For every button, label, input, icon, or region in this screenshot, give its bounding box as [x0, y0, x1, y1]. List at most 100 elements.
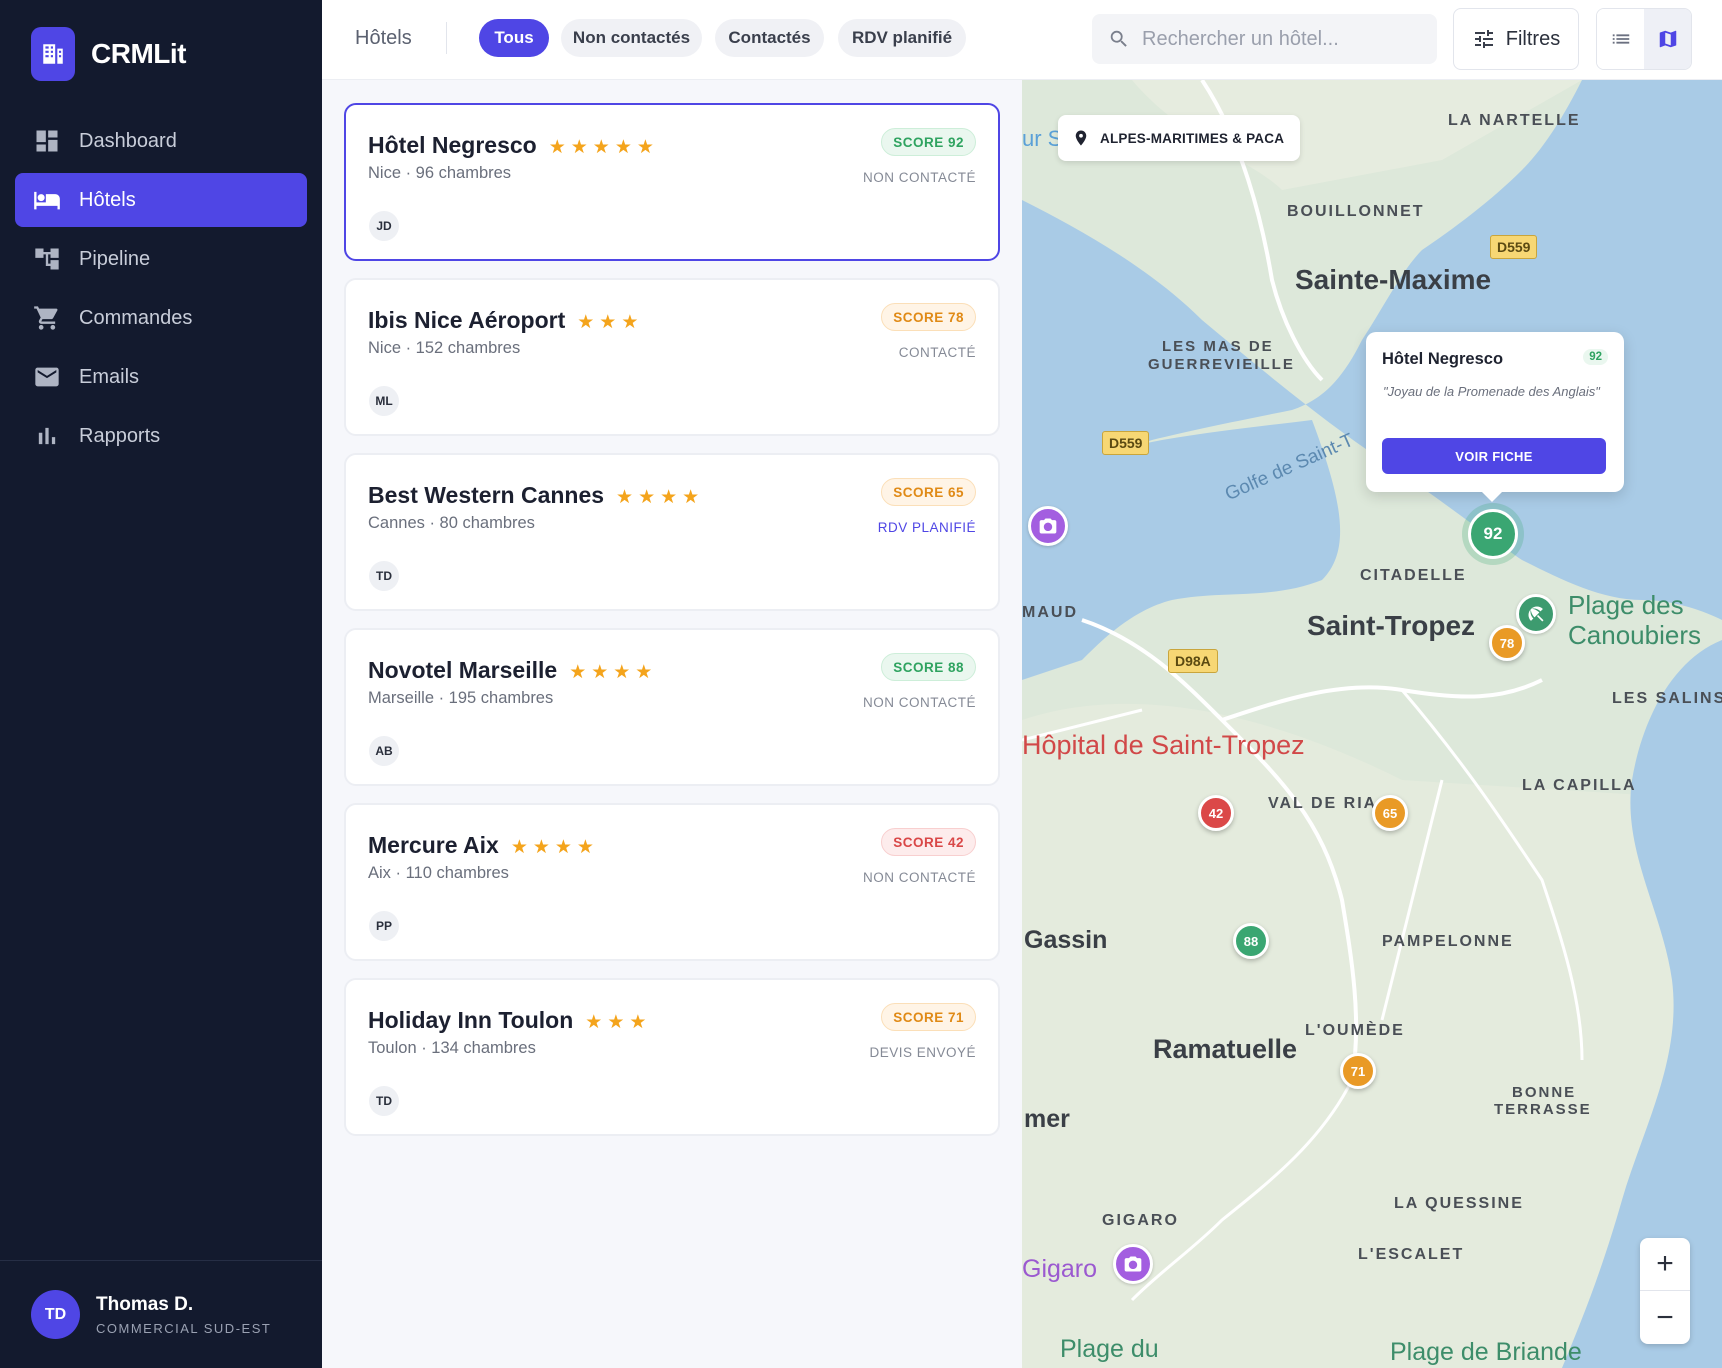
cart-icon	[32, 303, 62, 333]
popup-quote: "Joyau de la Promenade des Anglais"	[1383, 384, 1600, 399]
hotel-map-marker[interactable]: 42	[1198, 795, 1234, 831]
filter-chip-non-contactes[interactable]: Non contactés	[561, 19, 702, 57]
hotel-name: Hôtel Negresco	[368, 132, 537, 158]
map-label: LA NARTELLE	[1448, 112, 1581, 129]
hotel-name: Holiday Inn Toulon	[368, 1007, 574, 1033]
zoom-out-button[interactable]: −	[1640, 1291, 1690, 1344]
hotel-map-marker[interactable]: 88	[1233, 923, 1269, 959]
owner-avatar: JD	[369, 211, 399, 241]
user-profile[interactable]: TD Thomas D. COMMERCIAL SUD-EST	[0, 1260, 322, 1368]
owner-avatar: ML	[369, 386, 399, 416]
map-label: LA CAPILLA	[1522, 777, 1637, 794]
beach-poi-icon[interactable]	[1516, 594, 1556, 634]
owner-avatar: AB	[369, 736, 399, 766]
pipeline-icon	[32, 244, 62, 274]
road-shield: D559	[1490, 235, 1538, 259]
hotel-location: Cannes · 80 chambres	[368, 514, 535, 532]
hotel-card[interactable]: Hôtel Negresco ★★★★★ Nice · 96 chambres S…	[344, 103, 1000, 261]
hotel-card[interactable]: Novotel Marseille ★★★★ Marseille · 195 ch…	[344, 628, 1000, 786]
filters-label: Filtres	[1505, 27, 1561, 50]
sidebar-item-hotels[interactable]: Hôtels	[15, 173, 307, 227]
status-label: DEVIS ENVOYÉ	[869, 1045, 976, 1060]
score-badge: SCORE 71	[881, 1003, 976, 1031]
filters-button[interactable]: Filtres	[1453, 8, 1579, 70]
list-view-icon	[1612, 34, 1629, 44]
hotel-map-marker[interactable]: 65	[1372, 795, 1408, 831]
camera-poi-icon[interactable]	[1113, 1244, 1153, 1284]
owner-avatar: TD	[369, 561, 399, 591]
map-label: Hôpital de Saint-Tropez	[1022, 730, 1305, 760]
hotel-map-marker[interactable]: 71	[1340, 1053, 1376, 1089]
tune-icon	[1474, 30, 1493, 48]
status-label: NON CONTACTÉ	[863, 870, 976, 885]
sidebar-item-label: Commandes	[79, 306, 193, 329]
popup-title: Hôtel Negresco	[1382, 350, 1504, 368]
location-pin-icon	[1075, 130, 1087, 146]
hotel-popup: Hôtel Negresco 92 "Joyau de la Promenade…	[1366, 332, 1624, 502]
view-toggle	[1596, 8, 1692, 70]
star-rating: ★★★★★	[548, 137, 659, 158]
mail-icon	[32, 362, 62, 392]
star-rating: ★★★	[577, 312, 644, 333]
sidebar-item-label: Rapports	[79, 424, 161, 447]
map-label: LA QUESSINE	[1394, 1195, 1524, 1212]
sidebar-item-label: Hôtels	[79, 188, 136, 211]
zoom-in-button[interactable]: +	[1640, 1238, 1690, 1291]
hotel-map-marker[interactable]: 92	[1468, 509, 1518, 559]
hotel-location: Marseille · 195 chambres	[368, 689, 554, 707]
filter-chip-tous[interactable]: Tous	[479, 19, 549, 57]
hotel-name: Ibis Nice Aéroport	[368, 307, 566, 333]
zoom-controls: + −	[1640, 1238, 1690, 1344]
sidebar: CRMLit Dashboard Hôtels Pipeline Command…	[0, 0, 322, 1368]
status-label: NON CONTACTÉ	[863, 695, 976, 710]
breadcrumb: Hôtels	[355, 27, 412, 49]
hotel-card[interactable]: Mercure Aix ★★★★ Aix · 110 chambres SCORE…	[344, 803, 1000, 961]
map-label: Plage de Briande	[1390, 1338, 1582, 1366]
bar-chart-icon	[32, 421, 62, 451]
hotel-card[interactable]: Ibis Nice Aéroport ★★★ Nice · 152 chambre…	[344, 278, 1000, 436]
hotel-name: Novotel Marseille	[368, 657, 558, 683]
search-box[interactable]	[1092, 14, 1437, 64]
sidebar-item-commandes[interactable]: Commandes	[15, 291, 307, 345]
sidebar-item-emails[interactable]: Emails	[15, 350, 307, 404]
sidebar-item-pipeline[interactable]: Pipeline	[15, 232, 307, 286]
map-label: L'OUMÈDE	[1305, 1022, 1405, 1039]
brand[interactable]: CRMLit	[31, 27, 186, 81]
sidebar-item-dashboard[interactable]: Dashboard	[15, 114, 307, 168]
hotel-location: Nice · 152 chambres	[368, 339, 521, 357]
hotel-card[interactable]: Holiday Inn Toulon ★★★ Toulon · 134 chamb…	[344, 978, 1000, 1136]
map-view-button[interactable]	[1644, 9, 1691, 69]
status-label: CONTACTÉ	[898, 345, 976, 360]
map-label: LES MAS DE	[1162, 338, 1274, 355]
star-rating: ★★★★	[510, 837, 599, 858]
popup-score-badge: 92	[1583, 349, 1608, 365]
filter-chip-rdv-planifie[interactable]: RDV planifié	[838, 19, 966, 57]
search-input[interactable]	[1142, 27, 1422, 51]
list-view-button[interactable]	[1597, 9, 1644, 69]
sidebar-item-label: Pipeline	[79, 247, 151, 270]
sidebar-item-label: Emails	[79, 365, 140, 388]
region-filter[interactable]: ALPES-MARITIMES & PACA	[1058, 115, 1301, 161]
hotel-name: Mercure Aix	[368, 832, 499, 858]
camera-poi-icon[interactable]	[1028, 506, 1068, 546]
map-label: Ramatuelle	[1153, 1034, 1298, 1064]
user-role: COMMERCIAL SUD-EST	[96, 1320, 272, 1336]
map-view-icon	[1659, 30, 1676, 48]
star-rating: ★★★★	[569, 662, 658, 683]
filter-chip-contactes[interactable]: Contactés	[715, 19, 824, 57]
map-panel[interactable]: D559 D559 D98A ur S LA NARTELLE BOUILLON…	[1022, 80, 1722, 1368]
hotel-location: Aix · 110 chambres	[368, 864, 509, 882]
search-icon	[1110, 30, 1127, 47]
view-details-button[interactable]: VOIR FICHE	[1382, 438, 1606, 474]
brand-name: CRMLit	[91, 38, 186, 69]
road-shield: D559	[1102, 431, 1150, 455]
hotel-location: Nice · 96 chambres	[368, 164, 512, 182]
divider	[446, 22, 447, 54]
hotel-card[interactable]: Best Western Cannes ★★★★ Cannes · 80 cham…	[344, 453, 1000, 611]
map-label: Canoubiers	[1568, 620, 1701, 650]
region-label: ALPES-MARITIMES & PACA	[1100, 130, 1285, 146]
bed-icon	[32, 185, 62, 215]
sidebar-item-rapports[interactable]: Rapports	[15, 409, 307, 463]
hotel-map-marker[interactable]: 78	[1489, 625, 1525, 661]
score-badge: SCORE 88	[881, 653, 976, 681]
